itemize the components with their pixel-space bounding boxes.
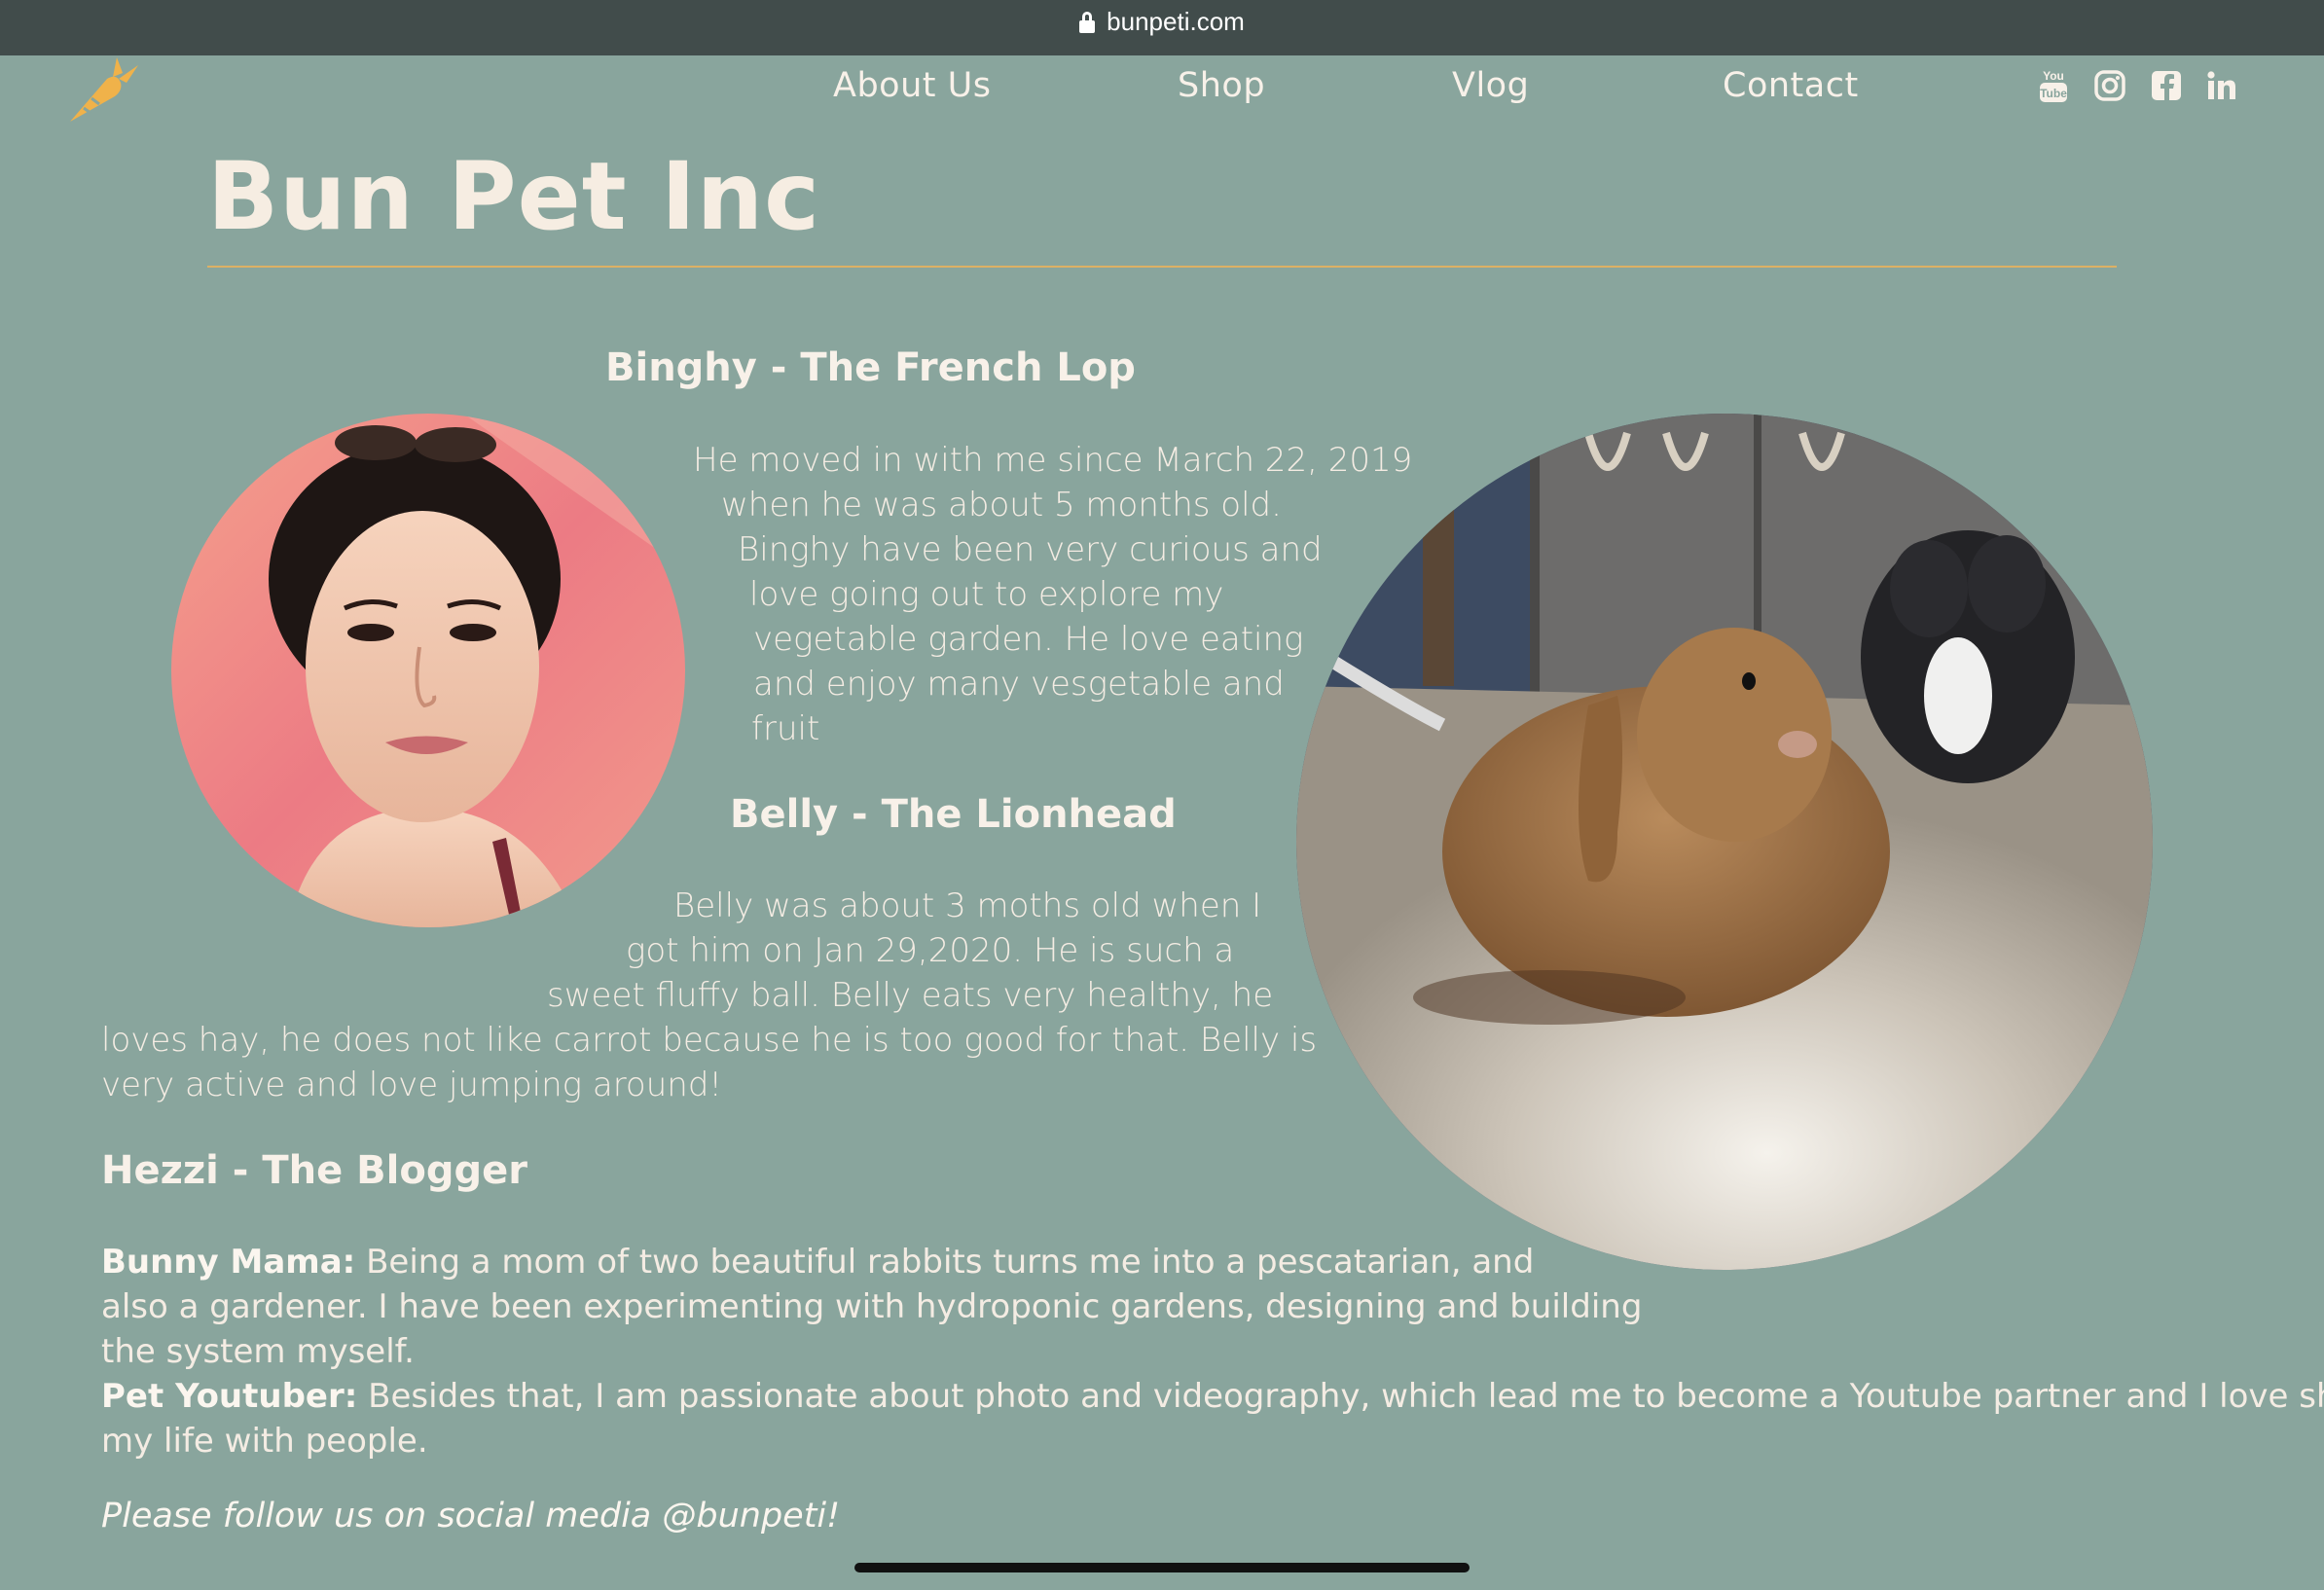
svg-text:Tube: Tube [2040,87,2067,100]
pet-youtuber-line: my life with people. [101,1422,428,1461]
url-text: bunpeti.com [1107,7,1245,36]
binghy-line: He moved in with me since March 22, 2019 [693,441,1413,480]
blogger-portrait-photo [171,414,685,927]
nav-vlog[interactable]: Vlog [1452,66,1529,105]
pet-youtuber-label: Pet Youtuber: [101,1377,358,1416]
site-title: Bun Pet Inc [207,142,821,251]
follow-social-text: Please follow us on social media @bunpet… [101,1497,841,1536]
binghy-line: fruit [751,709,820,748]
facebook-icon[interactable] [2149,68,2184,103]
nav-shop[interactable]: Shop [1178,66,1265,105]
bunny-mama-line: also a gardener. I have been experimenti… [101,1287,1643,1326]
hezzi-heading: Hezzi - The Blogger [101,1148,527,1193]
binghy-line: when he was about 5 months old. [721,486,1282,524]
home-indicator[interactable] [854,1563,1470,1572]
bunny-mama-text: Being a mom of two beautiful rabbits tur… [355,1243,1535,1282]
binghy-line: Binghy have been very curious and [738,530,1323,569]
belly-line: loves hay, he does not like carrot becau… [101,1021,1318,1060]
instagram-icon[interactable] [2092,68,2127,103]
pet-youtuber-line: Pet Youtuber: Besides that, I am passion… [101,1374,2324,1419]
binghy-line: and enjoy many vesgetable and [753,665,1285,704]
carrot-icon[interactable] [62,54,140,126]
title-divider [207,266,2117,268]
binghy-line: vegetable garden. He love eating [753,620,1304,659]
belly-line: sweet fluffy ball. Belly eats very healt… [547,976,1274,1015]
belly-line: Belly was about 3 moths old when I [673,886,1262,925]
bunny-mama-line: the system myself. [101,1332,415,1371]
belly-heading: Belly - The Lionhead [730,792,1177,837]
binghy-heading: Binghy - The French Lop [605,345,1136,390]
bunny-mama-line: Bunny Mama: Being a mom of two beautiful… [101,1240,1534,1284]
lock-icon [1079,11,1097,33]
nav-about-us[interactable]: About Us [833,66,991,105]
browser-address-bar[interactable]: bunpeti.com [0,0,2324,55]
svg-text:You: You [2043,69,2064,83]
belly-line: very active and love jumping around! [101,1066,723,1104]
nav-contact[interactable]: Contact [1723,66,1859,105]
bunny-mama-label: Bunny Mama: [101,1243,356,1282]
linkedin-icon[interactable] [2204,68,2239,103]
url-display[interactable]: bunpeti.com [1079,7,1245,37]
binghy-line: love going out to explore my [749,575,1224,614]
pet-youtuber-text: Besides that, I am passionate about phot… [357,1377,2324,1416]
belly-line: got him on Jan 29,2020. He is such a [626,931,1235,970]
youtube-icon[interactable]: You Tube [2036,68,2071,103]
rabbits-photo [1296,414,2153,1270]
